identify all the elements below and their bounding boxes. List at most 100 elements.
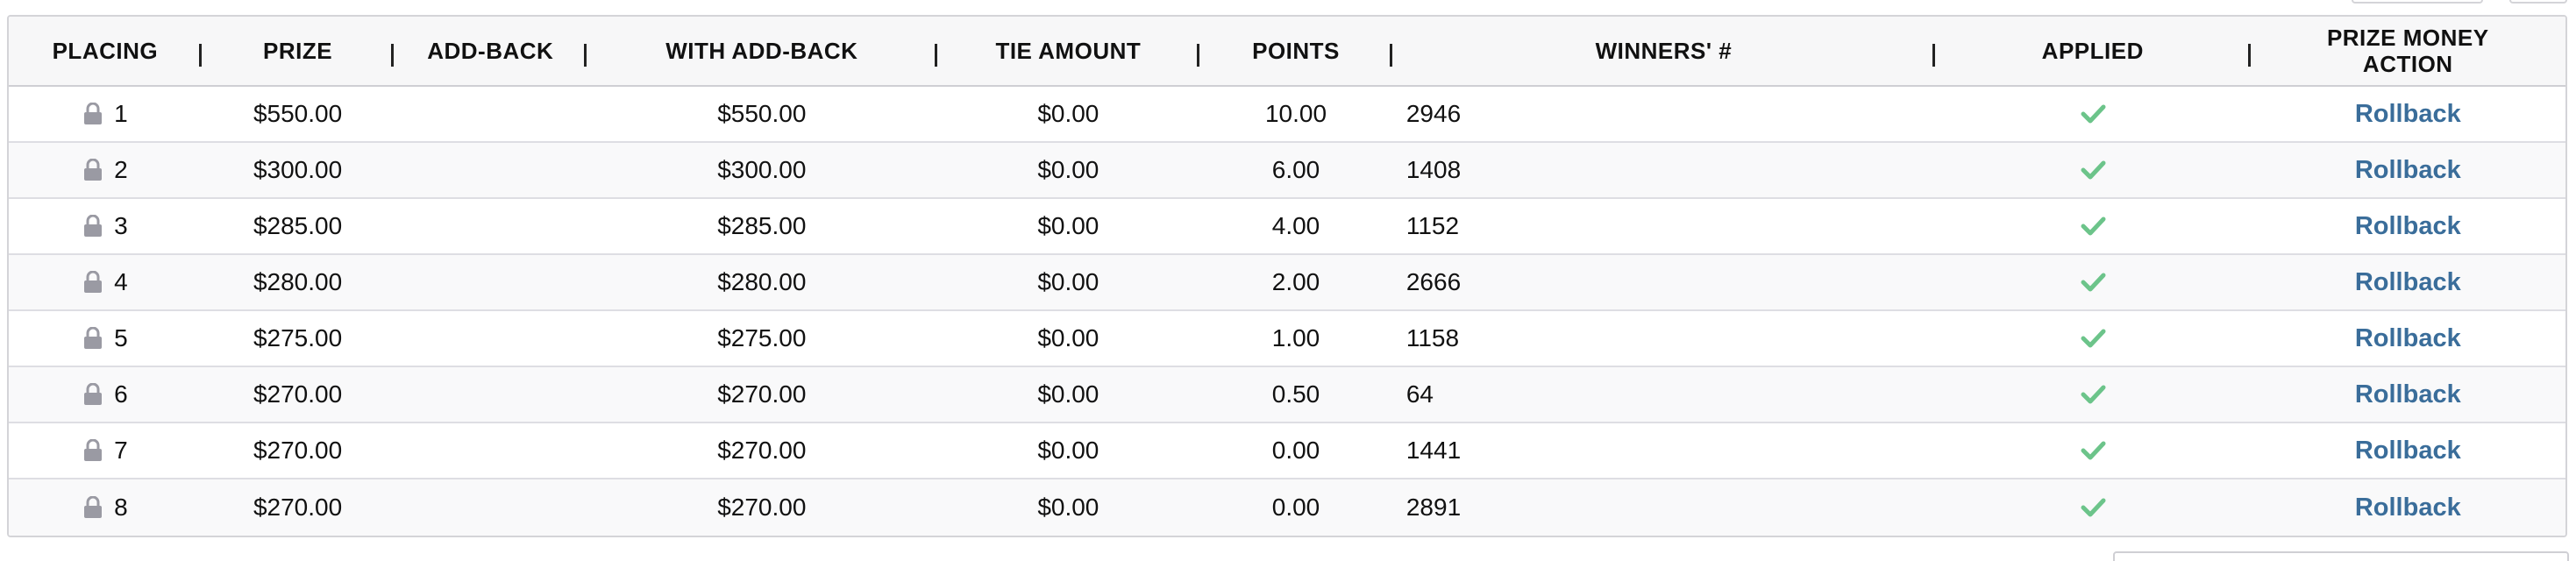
with-add-back-cell: $285.00 [717, 212, 807, 239]
add-back-cell [394, 479, 587, 536]
lock-icon [84, 271, 103, 293]
winners-cell: 1408 [1405, 156, 1462, 183]
with-add-back-cell: $275.00 [717, 324, 807, 352]
table-row: 3 $285.00 $285.00 $0.00 4.00 1152 Rollba… [9, 199, 2565, 255]
points-cell: 1.00 [1271, 324, 1320, 352]
column-header-label: APPLIED [2041, 38, 2144, 64]
add-back-cell [394, 87, 587, 141]
table-row: 6 $270.00 $270.00 $0.00 0.50 64 Rollback [9, 367, 2565, 423]
add-back-cell [394, 423, 587, 478]
applied-cell [1935, 479, 2251, 536]
applied-cell [1935, 255, 2251, 309]
prize-cell: $270.00 [253, 494, 343, 521]
points-cell: 2.00 [1271, 268, 1320, 295]
footer-control[interactable] [2113, 551, 2569, 561]
points-cell: 6.00 [1271, 156, 1320, 183]
table-row: 5 $275.00 $275.00 $0.00 1.00 1158 Rollba… [9, 311, 2565, 367]
lock-icon [84, 103, 103, 124]
placing-value: 8 [114, 494, 128, 521]
placing-cell: 5 [9, 311, 202, 366]
column-header-with-add-back[interactable]: WITH ADD-BACK [587, 17, 937, 85]
tie-amount-cell: $0.00 [1037, 100, 1099, 127]
column-header-prize-money-action[interactable]: PRIZE MONEY ACTION [2251, 17, 2565, 85]
prize-cell: $270.00 [253, 437, 343, 464]
checkmark-icon [2081, 104, 2106, 124]
prize-cell: $300.00 [253, 156, 343, 183]
table-header-row: PLACING PRIZE ADD-BACK WITH ADD-BACK TIE… [9, 17, 2565, 87]
column-header-label: WINNERS' # [1595, 38, 1733, 64]
lock-icon [84, 159, 103, 181]
placing-cell: 7 [9, 423, 202, 478]
points-cell: 4.00 [1271, 212, 1320, 239]
placing-value: 3 [114, 212, 128, 239]
checkmark-icon [2081, 217, 2106, 236]
column-header-winners[interactable]: WINNERS' # [1392, 17, 1936, 85]
top-control-stub [2352, 0, 2483, 4]
with-add-back-cell: $270.00 [717, 380, 807, 408]
action-cell: Rollback [2251, 367, 2565, 422]
rollback-link[interactable]: Rollback [2355, 100, 2461, 129]
table-row: 2 $300.00 $300.00 $0.00 6.00 1408 Rollba… [9, 143, 2565, 199]
action-cell: Rollback [2251, 255, 2565, 309]
placing-value: 5 [114, 324, 128, 352]
rollback-link[interactable]: Rollback [2355, 437, 2461, 465]
prize-cell: $275.00 [253, 324, 343, 352]
table-row: 4 $280.00 $280.00 $0.00 2.00 2666 Rollba… [9, 255, 2565, 311]
add-back-cell [394, 199, 587, 253]
points-cell: 0.50 [1271, 380, 1320, 408]
rollback-link[interactable]: Rollback [2355, 156, 2461, 185]
rollback-link[interactable]: Rollback [2355, 212, 2461, 241]
lock-icon [84, 215, 103, 237]
with-add-back-cell: $300.00 [717, 156, 807, 183]
prize-cell: $270.00 [253, 380, 343, 408]
with-add-back-cell: $270.00 [717, 494, 807, 521]
rollback-link[interactable]: Rollback [2355, 324, 2461, 353]
column-header-label: PLACING [52, 38, 159, 64]
with-add-back-cell: $550.00 [717, 100, 807, 127]
prize-cell: $550.00 [253, 100, 343, 127]
lock-icon [84, 496, 103, 518]
add-back-cell [394, 311, 587, 366]
placing-value: 6 [114, 380, 128, 408]
add-back-cell [394, 255, 587, 309]
with-add-back-cell: $270.00 [717, 437, 807, 464]
checkmark-icon [2081, 160, 2106, 180]
lock-icon [84, 383, 103, 405]
winners-cell: 2666 [1405, 268, 1462, 295]
column-header-applied[interactable]: APPLIED [1935, 17, 2251, 85]
column-header-prize[interactable]: PRIZE [202, 17, 395, 85]
placing-cell: 6 [9, 367, 202, 422]
action-cell: Rollback [2251, 199, 2565, 253]
placing-cell: 1 [9, 87, 202, 141]
checkmark-icon [2081, 498, 2106, 517]
table-body: 1 $550.00 $550.00 $0.00 10.00 2946 Rollb… [9, 87, 2565, 536]
rollback-link[interactable]: Rollback [2355, 494, 2461, 522]
column-header-points[interactable]: POINTS [1199, 17, 1392, 85]
placing-value: 7 [114, 437, 128, 464]
applied-cell [1935, 367, 2251, 422]
checkmark-icon [2081, 329, 2106, 348]
column-header-label: WITH ADD-BACK [665, 38, 858, 64]
placing-value: 1 [114, 100, 128, 127]
rollback-link[interactable]: Rollback [2355, 380, 2461, 409]
prize-money-page: PLACING PRIZE ADD-BACK WITH ADD-BACK TIE… [0, 0, 2576, 561]
rollback-link[interactable]: Rollback [2355, 268, 2461, 297]
column-header-placing[interactable]: PLACING [9, 17, 202, 85]
add-back-cell [394, 143, 587, 197]
placing-cell: 4 [9, 255, 202, 309]
applied-cell [1935, 143, 2251, 197]
column-header-tie-amount[interactable]: TIE AMOUNT [937, 17, 1200, 85]
column-header-add-back[interactable]: ADD-BACK [394, 17, 587, 85]
winners-cell: 2891 [1405, 494, 1462, 521]
winners-cell: 64 [1405, 380, 1434, 408]
winners-cell: 1158 [1405, 324, 1460, 352]
lock-icon [84, 327, 103, 349]
winners-cell: 1152 [1405, 212, 1460, 239]
table-row: 1 $550.00 $550.00 $0.00 10.00 2946 Rollb… [9, 87, 2565, 143]
tie-amount-cell: $0.00 [1037, 494, 1099, 521]
action-cell: Rollback [2251, 479, 2565, 536]
table-row: 7 $270.00 $270.00 $0.00 0.00 1441 Rollba… [9, 423, 2565, 479]
placing-value: 4 [114, 268, 128, 295]
applied-cell [1935, 199, 2251, 253]
applied-cell [1935, 311, 2251, 366]
